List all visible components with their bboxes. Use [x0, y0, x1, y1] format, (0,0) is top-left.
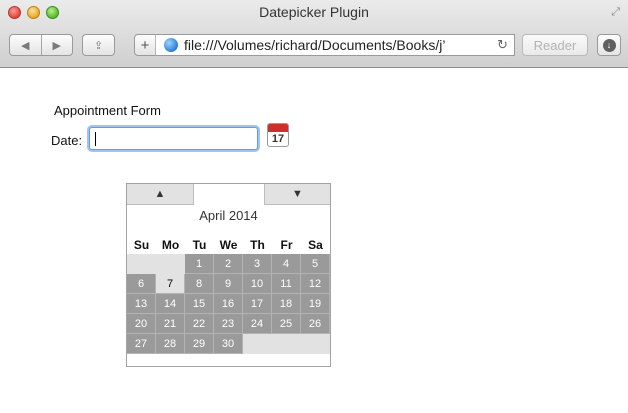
- weekday-label: Mo: [161, 238, 180, 252]
- triangle-down-icon: ▼: [292, 188, 303, 200]
- weekday-label: Fr: [280, 238, 293, 252]
- day-cell[interactable]: 16: [214, 294, 243, 314]
- day-cell[interactable]: 5: [301, 254, 330, 274]
- day-cell[interactable]: 4: [272, 254, 301, 274]
- empty-day-cell: [301, 334, 330, 354]
- day-cell[interactable]: 18: [272, 294, 301, 314]
- week-row: 27 28 29 30: [127, 334, 330, 354]
- reader-button[interactable]: Reader: [522, 34, 588, 56]
- day-cell[interactable]: 19: [301, 294, 330, 314]
- fullscreen-icon[interactable]: ⤢: [611, 6, 620, 19]
- reload-icon[interactable]: ↻: [497, 37, 508, 53]
- day-cell[interactable]: 13: [127, 294, 156, 314]
- day-cell[interactable]: 2: [214, 254, 243, 274]
- day-cell[interactable]: 28: [156, 334, 185, 354]
- form-title: Appointment Form: [54, 103, 161, 118]
- day-cell[interactable]: 27: [127, 334, 156, 354]
- day-cell[interactable]: 26: [301, 314, 330, 334]
- week-row: 13 14 15 16 17 18 19: [127, 294, 330, 314]
- week-row: 12345: [127, 254, 330, 274]
- weekday-label: Tu: [192, 238, 207, 252]
- empty-day-cell: [127, 254, 156, 274]
- weekday-label: Th: [250, 238, 265, 252]
- url-text[interactable]: file:///Volumes/richard/Documents/Books/…: [184, 37, 445, 53]
- next-month-button[interactable]: ▼: [264, 184, 330, 205]
- back-forward-buttons: ◀ ▶: [9, 34, 73, 56]
- day-cell[interactable]: 24: [243, 314, 272, 334]
- day-cell[interactable]: 25: [272, 314, 301, 334]
- day-cell[interactable]: 29: [185, 334, 214, 354]
- day-cell[interactable]: 10: [243, 274, 272, 294]
- day-cell[interactable]: 9: [214, 274, 243, 294]
- date-input[interactable]: [89, 127, 258, 150]
- day-cell[interactable]: 30: [214, 334, 243, 354]
- weekday-label: Su: [133, 238, 150, 252]
- empty-day-cell: [156, 254, 185, 274]
- share-icon: ⇪: [93, 39, 104, 52]
- week-row: 20 21 22 23 24 25 26: [127, 314, 330, 334]
- calendar-grid: Su Mo Tu We Th Fr Sa 1 2 3 4 5 6 7 8 9 10 11 12 13 14 15 16 17 1…: [127, 236, 330, 354]
- month-year-title: April 2014: [199, 208, 258, 223]
- day-cell[interactable]: 3: [243, 254, 272, 274]
- browser-titlebar: Datepicker Plugin ⤢ ◀ ▶ ⇪ + file:///Volu…: [0, 0, 628, 68]
- empty-day-cell: [243, 334, 272, 354]
- day-cell[interactable]: 17: [243, 294, 272, 314]
- day-cell[interactable]: 20: [127, 314, 156, 334]
- day-cell-highlighted[interactable]: 7: [156, 274, 185, 294]
- downloads-button[interactable]: ↓: [597, 34, 621, 56]
- day-cell[interactable]: 14: [156, 294, 185, 314]
- address-bar[interactable]: file:///Volumes/richard/Documents/Books/…: [155, 34, 515, 56]
- back-icon[interactable]: ◀: [10, 39, 41, 52]
- share-button[interactable]: ⇪: [82, 34, 115, 56]
- triangle-up-icon: ▲: [154, 188, 166, 200]
- calendar-icon-number: 17: [271, 133, 285, 145]
- text-caret: [95, 132, 96, 146]
- window-title: Datepicker Plugin: [259, 4, 369, 20]
- calendar-icon-header: [268, 124, 288, 132]
- day-cell[interactable]: 12: [301, 274, 330, 294]
- download-icon: ↓: [602, 38, 616, 52]
- weekday-label: We: [219, 238, 238, 252]
- globe-icon: [164, 38, 178, 52]
- day-cell[interactable]: 22: [185, 314, 214, 334]
- day-cell[interactable]: 15: [185, 294, 214, 314]
- datepicker-popup: ▲ ▼ April 2014 Su Mo Tu We Th Fr Sa 1 2 3 4 5 6 7 8 9 10…: [126, 183, 331, 367]
- day-cell[interactable]: 1: [185, 254, 214, 274]
- weekday-label: Sa: [308, 238, 323, 252]
- day-cell[interactable]: 23: [214, 314, 243, 334]
- date-label: Date:: [51, 133, 83, 148]
- day-cell[interactable]: 8: [185, 274, 214, 294]
- forward-icon[interactable]: ▶: [42, 39, 73, 52]
- day-cell[interactable]: 21: [156, 314, 185, 334]
- weekday-header-row: Su Mo Tu We Th Fr Sa: [127, 236, 330, 254]
- day-cell[interactable]: 11: [272, 274, 301, 294]
- add-bookmark-button[interactable]: +: [134, 34, 156, 56]
- empty-day-cell: [272, 334, 301, 354]
- calendar-icon[interactable]: 17: [267, 123, 289, 147]
- prev-month-button[interactable]: ▲: [127, 184, 194, 205]
- week-row: 6 7 8 9 10 11 12: [127, 274, 330, 294]
- day-cell[interactable]: 6: [127, 274, 156, 294]
